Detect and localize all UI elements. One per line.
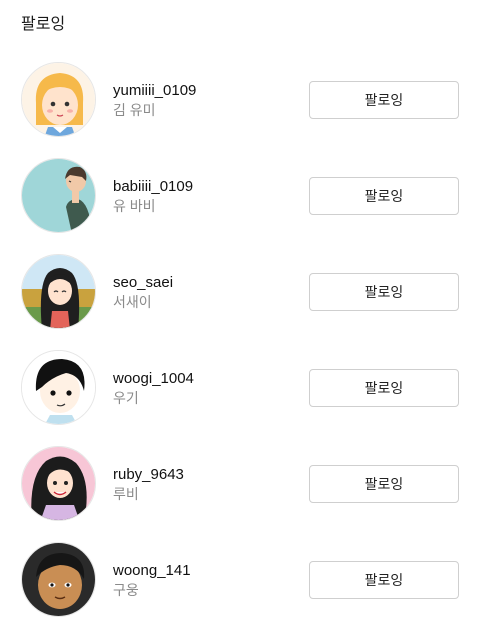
user-names: babiiii_0109 유 바비 [113, 177, 193, 216]
following-button[interactable]: 팔로잉 [309, 273, 459, 311]
avatar-ruby-icon [22, 447, 95, 520]
avatar-yumi-icon [22, 63, 95, 136]
list-item: seo_saei 서새이 팔로잉 [0, 250, 480, 346]
display-name: 서새이 [113, 294, 152, 310]
list-item: yumiiii_0109 김 유미 팔로잉 [0, 58, 480, 154]
avatar[interactable] [21, 446, 96, 521]
avatar-woogi-icon [22, 351, 95, 424]
following-button[interactable]: 팔로잉 [309, 81, 459, 119]
user-names: ruby_9643 루비 [113, 465, 184, 504]
display-name: 루비 [113, 486, 139, 502]
following-button[interactable]: 팔로잉 [309, 465, 459, 503]
avatar[interactable] [21, 350, 96, 425]
user-names: yumiiii_0109 김 유미 [113, 81, 196, 120]
avatar[interactable] [21, 254, 96, 329]
list-item: woogi_1004 우기 팔로잉 [0, 346, 480, 442]
username[interactable]: woogi_1004 [113, 369, 194, 388]
display-name: 구웅 [113, 582, 139, 598]
user-names: woogi_1004 우기 [113, 369, 194, 408]
username[interactable]: seo_saei [113, 273, 173, 292]
display-name: 김 유미 [113, 102, 156, 118]
following-button[interactable]: 팔로잉 [309, 561, 459, 599]
avatar[interactable] [21, 542, 96, 617]
following-button[interactable]: 팔로잉 [309, 369, 459, 407]
avatar-woong-icon [22, 543, 95, 616]
list-item: woong_141 구웅 팔로잉 [0, 538, 480, 623]
list-item: babiiii_0109 유 바비 팔로잉 [0, 154, 480, 250]
display-name: 유 바비 [113, 198, 156, 214]
username[interactable]: yumiiii_0109 [113, 81, 196, 100]
following-list: yumiiii_0109 김 유미 팔로잉 babiiii_0109 유 바비 … [0, 58, 480, 623]
following-button[interactable]: 팔로잉 [309, 177, 459, 215]
username[interactable]: babiiii_0109 [113, 177, 193, 196]
avatar[interactable] [21, 158, 96, 233]
avatar-saei-icon [22, 255, 95, 328]
page-header: 팔로잉 [0, 0, 480, 42]
list-item: ruby_9643 루비 팔로잉 [0, 442, 480, 538]
user-names: seo_saei 서새이 [113, 273, 173, 312]
avatar-babi-icon [22, 159, 95, 232]
username[interactable]: ruby_9643 [113, 465, 184, 484]
user-names: woong_141 구웅 [113, 561, 191, 600]
avatar[interactable] [21, 62, 96, 137]
username[interactable]: woong_141 [113, 561, 191, 580]
display-name: 우기 [113, 390, 139, 406]
page-title: 팔로잉 [21, 16, 66, 33]
